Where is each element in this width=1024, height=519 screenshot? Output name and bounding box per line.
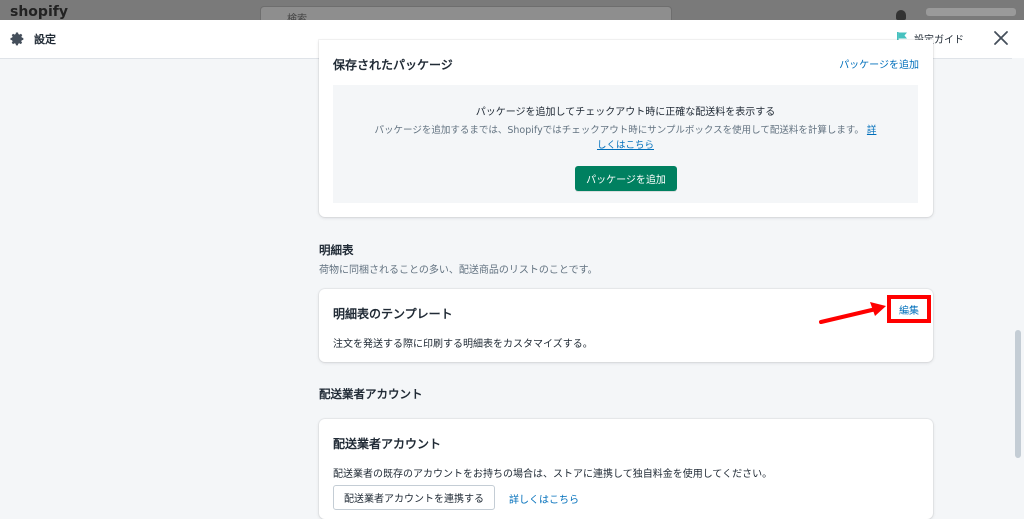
shopify-topbar: shopify 検索 xyxy=(0,0,1024,20)
packing-slip-section-title: 明細表 xyxy=(319,243,354,257)
scrollbar[interactable] xyxy=(1012,58,1024,503)
empty-state-heading: パッケージを追加してチェックアウト時に正確な配送料を表示する xyxy=(475,107,776,118)
edit-highlight-box: 編集 xyxy=(887,295,931,323)
packing-slip-section-desc: 荷物に同梱されることの多い、配送商品のリストのことです。 xyxy=(319,265,598,276)
packing-slip-template-desc: 注文を発送する際に印刷する明細表をカスタマイズする。 xyxy=(333,339,593,350)
search-placeholder: 検索 xyxy=(287,14,307,20)
empty-state-text: パッケージを追加するまでは、Shopifyではチェックアウト時にサンプルボックス… xyxy=(373,123,878,153)
carrier-section-title: 配送業者アカウント xyxy=(319,387,423,401)
saved-packages-card: 保存されたパッケージ パッケージを追加 パッケージを追加してチェックアウト時に正… xyxy=(319,40,933,217)
account-menu[interactable] xyxy=(926,8,1016,16)
carrier-learn-more-link[interactable]: 詳しくはこちら xyxy=(509,491,579,506)
carrier-accounts-title: 配送業者アカウント xyxy=(333,437,442,451)
saved-packages-title: 保存されたパッケージ xyxy=(333,58,453,72)
scrollbar-thumb[interactable] xyxy=(1015,330,1021,458)
gear-icon xyxy=(10,32,24,46)
carrier-accounts-desc: 配送業者の既存のアカウントをお持ちの場合は、ストアに連携して独自料金を使用してく… xyxy=(333,469,773,480)
shopify-logo: shopify xyxy=(10,4,68,20)
empty-state-body: パッケージを追加するまでは、Shopifyではチェックアウト時にサンプルボックス… xyxy=(374,125,864,136)
close-icon[interactable] xyxy=(992,29,1010,47)
edit-link[interactable]: 編集 xyxy=(899,302,919,317)
empty-state: パッケージを追加してチェックアウト時に正確な配送料を表示する パッケージを追加す… xyxy=(333,85,918,203)
search-input[interactable]: 検索 xyxy=(260,6,672,20)
carrier-accounts-card: 配送業者アカウント 配送業者の既存のアカウントをお持ちの場合は、ストアに連携して… xyxy=(319,419,933,519)
red-arrow-annotation xyxy=(819,302,886,324)
add-package-link[interactable]: パッケージを追加 xyxy=(839,56,919,71)
add-package-button[interactable]: パッケージを追加 xyxy=(575,166,677,191)
notification-icon[interactable] xyxy=(896,10,906,20)
connect-carrier-button[interactable]: 配送業者アカウントを連携する xyxy=(333,485,495,510)
page-title: 設定 xyxy=(34,33,56,46)
packing-slip-template-title: 明細表のテンプレート xyxy=(333,307,453,321)
